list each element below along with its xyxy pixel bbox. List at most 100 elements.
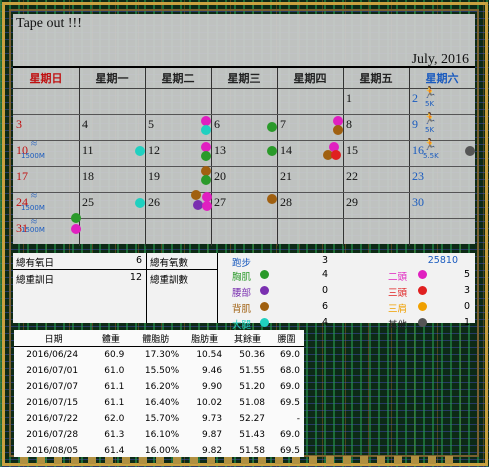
- weight-cell: 16.00%: [144, 446, 180, 456]
- part-color-dot: [260, 286, 269, 295]
- weight-cell: 2016/06/24: [26, 350, 79, 360]
- day-8[interactable]: 8: [346, 117, 352, 132]
- weight-cell: 61.3: [104, 430, 125, 440]
- part-color-dot: [418, 270, 427, 279]
- weight-col-header: 其餘重: [226, 330, 270, 347]
- day-29[interactable]: 29: [346, 195, 358, 210]
- weekday-fri: 星期五: [359, 72, 393, 85]
- weight-cell: 51.58: [239, 446, 266, 456]
- day-7[interactable]: 7: [280, 117, 286, 132]
- weight-cell: 51.20: [239, 382, 266, 392]
- day-15[interactable]: 15: [346, 143, 358, 158]
- part-label: 大腿: [232, 320, 252, 331]
- weight-cell: 69.0: [279, 430, 300, 440]
- weight-cell: 17.30%: [144, 350, 180, 360]
- part-label: 腰部: [232, 288, 252, 299]
- day-3[interactable]: 3: [16, 117, 22, 132]
- part-count: 0: [321, 285, 328, 296]
- weight-cell: 51.08: [239, 398, 266, 408]
- day-19[interactable]: 19: [148, 169, 160, 184]
- weight-table-header: 日期 體重 體脂肪 脂肪重 其餘重 腰圍: [14, 330, 304, 347]
- weight-cell: 61.1: [104, 398, 125, 408]
- bond-pad: [377, 456, 385, 464]
- weight-cell: 69.0: [279, 350, 300, 360]
- grid-row-line: [13, 192, 475, 193]
- day-18[interactable]: 18: [82, 169, 94, 184]
- sun31-a-dot: [71, 213, 81, 223]
- weekday-tue: 星期二: [161, 72, 195, 85]
- weight-row: 2016/08/05 61.4 16.00% 9.82 51.58 69.5: [14, 443, 304, 459]
- weight-cell: 62.0: [104, 414, 125, 424]
- weight-cell: 9.73: [202, 414, 223, 424]
- day-23[interactable]: 23: [412, 169, 424, 184]
- day-4[interactable]: 4: [82, 117, 88, 132]
- aerobic-days-value: 6: [135, 255, 142, 266]
- day-14[interactable]: 14: [280, 143, 292, 158]
- part-label: 三肩: [388, 304, 408, 315]
- grid-row-line: [13, 140, 475, 141]
- weekday-mon: 星期一: [95, 72, 129, 85]
- part-color-dot: [418, 302, 427, 311]
- part-count: 3: [463, 285, 470, 296]
- running-count: 3: [321, 255, 328, 266]
- weight-cell: 61.0: [104, 366, 125, 376]
- day-11[interactable]: 11: [82, 143, 94, 158]
- day-13[interactable]: 13: [214, 143, 226, 158]
- bond-pad: [428, 456, 436, 464]
- strength-count-label: 總重訓數: [150, 275, 189, 286]
- day-27[interactable]: 27: [214, 195, 226, 210]
- weight-cell: 61.4: [104, 446, 125, 456]
- weight-cell: 51.55: [239, 366, 266, 376]
- weight-cell: 69.5: [279, 446, 300, 456]
- aerobic-days-label: 總有氧日: [16, 258, 55, 269]
- day-26[interactable]: 26: [148, 195, 160, 210]
- swim-icon: ≈: [31, 138, 38, 150]
- summary-days-block: 總有氧日 6 總重訓日 12: [13, 253, 147, 323]
- grid-col-line: [277, 68, 278, 246]
- day-1[interactable]: 1: [346, 91, 352, 106]
- runner-icon: 🏃: [423, 139, 437, 151]
- tue5-b-dot: [201, 125, 211, 135]
- bond-pad: [326, 456, 334, 464]
- part-color-dot: [418, 318, 427, 327]
- part-label: 二頭: [388, 272, 408, 283]
- part-color-dot: [260, 270, 269, 279]
- weight-row: 2016/07/07 61.1 16.20% 9.90 51.20 69.0: [14, 379, 304, 395]
- day-2[interactable]: 2: [412, 91, 418, 106]
- part-label: 三頭: [388, 288, 408, 299]
- weight-col-header: 體脂肪: [128, 330, 184, 347]
- weight-col-header: 體重: [93, 330, 129, 347]
- sun31-b-dot: [71, 224, 81, 234]
- day-9[interactable]: 9: [412, 117, 418, 132]
- day-22[interactable]: 22: [346, 169, 358, 184]
- day-28[interactable]: 28: [280, 195, 292, 210]
- mon11-dot: [135, 146, 145, 156]
- day-20[interactable]: 20: [214, 169, 226, 184]
- tue27-d-dot: [202, 201, 212, 211]
- note-sat2: 5K: [425, 100, 435, 108]
- day-6[interactable]: 6: [214, 117, 220, 132]
- weight-cell: 69.5: [279, 398, 300, 408]
- strength-count-row: 總重訓數: [147, 270, 217, 286]
- weekday-sat: 星期六: [425, 72, 459, 85]
- calendar-title: Tape out !!!: [16, 16, 82, 31]
- grid-col-line: [211, 68, 212, 246]
- weight-table: 日期 體重 體脂肪 脂肪重 其餘重 腰圍 2016/06/24 60.9 17.30% 10.5…: [14, 330, 304, 457]
- part-count: 0: [463, 301, 470, 312]
- day-25[interactable]: 25: [82, 195, 94, 210]
- weight-cell: 10.02: [196, 398, 223, 408]
- wed13-b-dot: [201, 151, 211, 161]
- day-12[interactable]: 12: [148, 143, 160, 158]
- running-label-text: 跑步: [232, 258, 252, 269]
- day-21[interactable]: 21: [280, 169, 292, 184]
- weight-cell: 2016/07/28: [26, 430, 79, 440]
- summary-table: 總有氧日 6 總重訓日 12 總有氧數 總重訓數 跑步 3 25810 胸肌 4 腰…: [13, 253, 475, 331]
- day-5[interactable]: 5: [148, 117, 154, 132]
- day-30[interactable]: 30: [412, 195, 424, 210]
- weight-cell: 9.87: [202, 430, 223, 440]
- weight-cell: 16.40%: [144, 398, 180, 408]
- weight-cell: 2016/08/05: [26, 446, 79, 456]
- bond-pad: [309, 456, 317, 464]
- day-17[interactable]: 17: [16, 169, 28, 184]
- running-distance: 25810: [427, 255, 458, 266]
